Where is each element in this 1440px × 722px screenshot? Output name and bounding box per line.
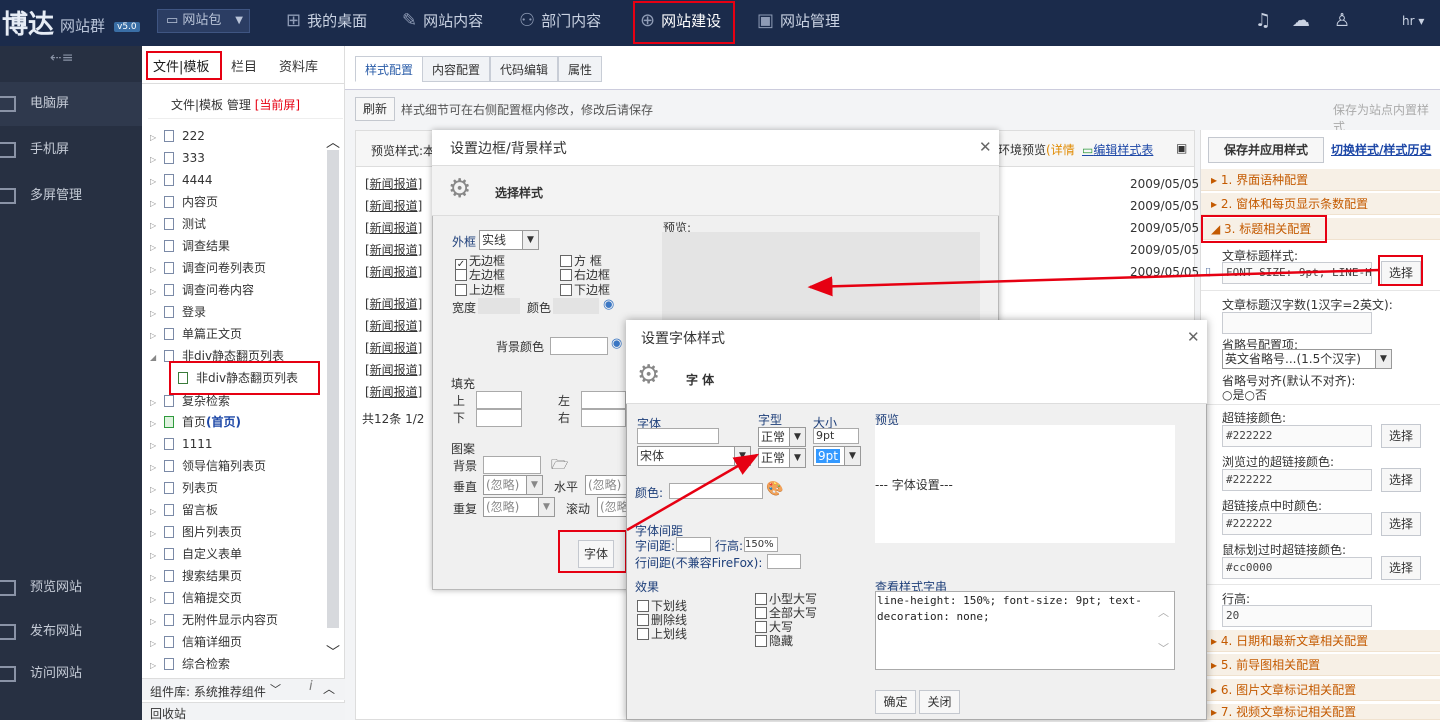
annotation-arrows: [626, 268, 1381, 532]
arrow-to-font-style: [626, 453, 760, 532]
arrow-to-border-dialog: [807, 268, 1381, 297]
